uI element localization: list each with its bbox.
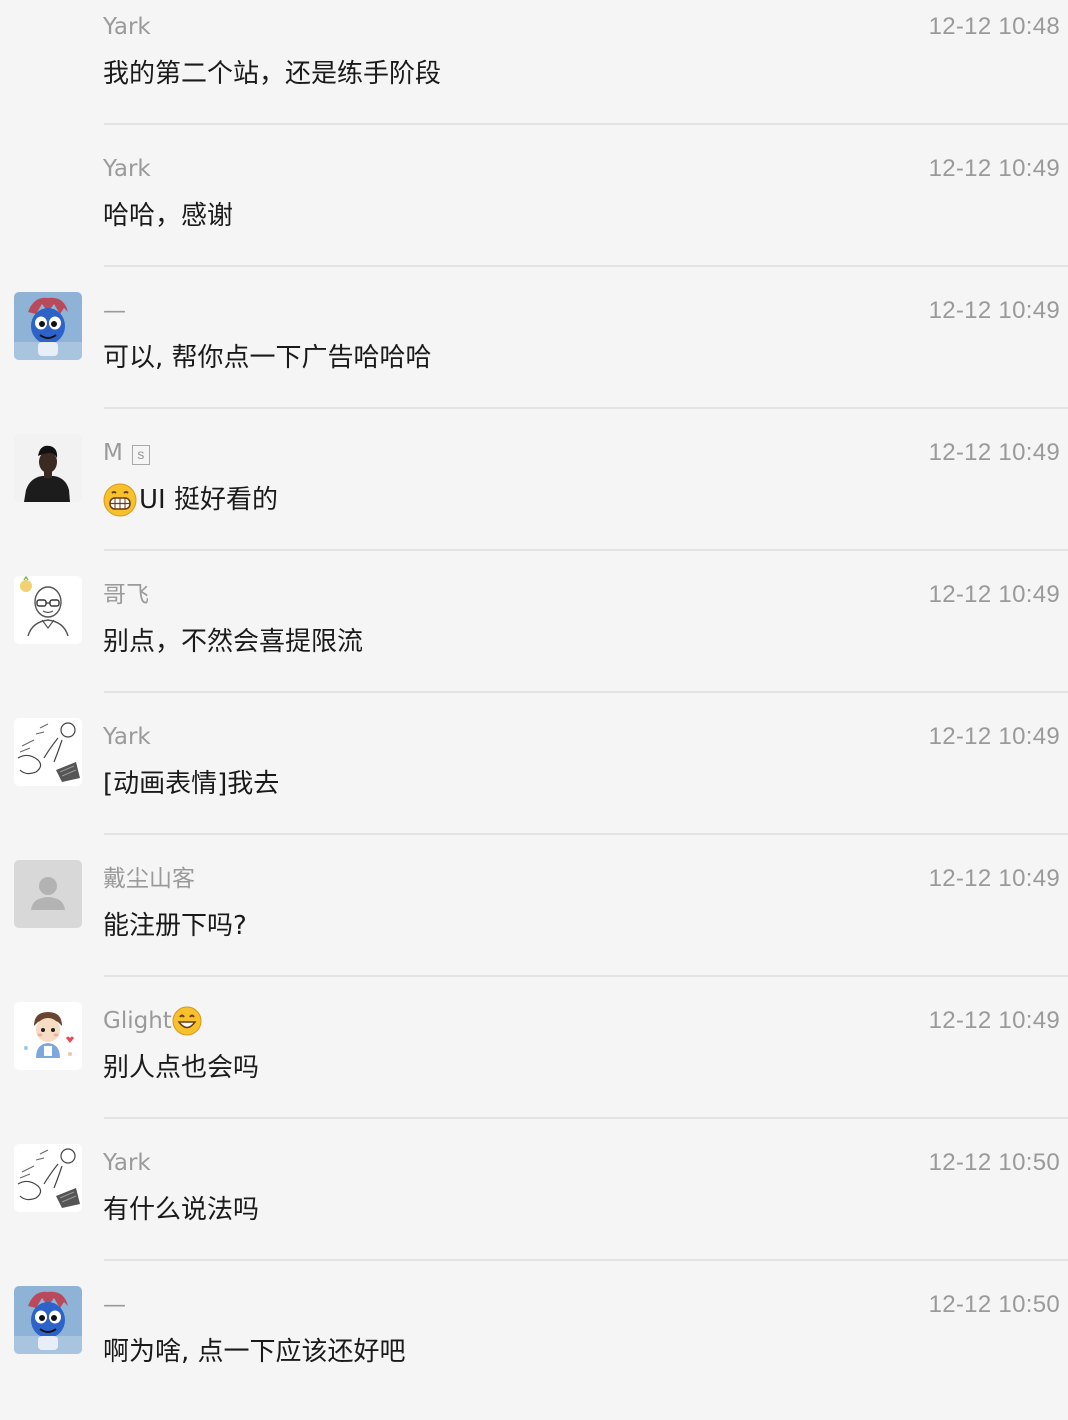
- sender-name[interactable]: Yark: [103, 154, 151, 184]
- message-body: 别人点也会吗: [103, 1048, 259, 1088]
- message-text: 有什么说法吗: [103, 1195, 260, 1225]
- sender-name[interactable]: Yark: [103, 1148, 151, 1178]
- message-body: 我的第二个站，还是练手阶段: [103, 54, 441, 94]
- chat-message[interactable]: M s 12-12 10:49 UI 挺好看的: [0, 426, 1068, 568]
- sender-name[interactable]: —: [103, 296, 126, 326]
- sender-name[interactable]: —: [103, 1290, 126, 1320]
- message-body: 别点，不然会喜提限流: [103, 622, 363, 662]
- sketch-drawing-avatar[interactable]: [14, 1144, 82, 1212]
- message-divider: [104, 265, 1068, 267]
- message-divider: [104, 123, 1068, 125]
- blue-character-avatar[interactable]: [14, 292, 82, 360]
- smiling-face-emoji-icon: [172, 1006, 202, 1036]
- message-text: 啊为啥, 点一下应该还好吧: [103, 1337, 406, 1367]
- cartoon-boy-avatar[interactable]: [14, 1002, 82, 1070]
- message-time: 12-12 10:49: [928, 155, 1060, 182]
- message-time: 12-12 10:50: [928, 1291, 1060, 1318]
- message-divider: [104, 1259, 1068, 1261]
- message-body: UI 挺好看的: [103, 480, 278, 520]
- sender-row: Glight: [103, 1006, 202, 1036]
- message-divider: [104, 407, 1068, 409]
- message-divider: [104, 833, 1068, 835]
- message-time: 12-12 10:49: [928, 1007, 1060, 1034]
- sender-name[interactable]: 哥飞: [103, 580, 149, 610]
- sketch-drawing-avatar[interactable]: [14, 718, 82, 786]
- sender-name[interactable]: Glight: [103, 1006, 172, 1036]
- chat-message[interactable]: Yark 12-12 10:48 我的第二个站，还是练手阶段: [0, 0, 1068, 142]
- message-divider: [104, 975, 1068, 977]
- sender-row: Yark: [103, 722, 151, 752]
- message-body: 啊为啥, 点一下应该还好吧: [103, 1332, 406, 1372]
- message-text: 别点，不然会喜提限流: [103, 627, 364, 657]
- sender-row: Yark: [103, 1148, 151, 1178]
- default-user-avatar[interactable]: [14, 860, 82, 928]
- chat-message[interactable]: 戴尘山客 12-12 10:49 能注册下吗?: [0, 852, 1068, 994]
- message-time: 12-12 10:50: [928, 1149, 1060, 1176]
- chat-message-list[interactable]: Yark 12-12 10:48 我的第二个站，还是练手阶段 Yark 12-1…: [0, 0, 1068, 1394]
- message-text: 我的第二个站，还是练手阶段: [103, 59, 442, 89]
- message-body: 能注册下吗?: [103, 906, 247, 946]
- sender-name[interactable]: M: [103, 438, 123, 468]
- message-text: 别人点也会吗: [103, 1053, 260, 1083]
- sender-row: —: [103, 296, 126, 326]
- grinning-face-emoji-icon: [103, 483, 137, 517]
- message-text: [动画表情]我去: [103, 769, 280, 799]
- message-body: 有什么说法吗: [103, 1190, 259, 1230]
- chat-message[interactable]: Yark 12-12 10:49 [动画表情]我去: [0, 710, 1068, 852]
- message-text: UI 挺好看的: [139, 485, 278, 515]
- sender-name[interactable]: Yark: [103, 722, 151, 752]
- dark-silhouette-avatar[interactable]: [14, 434, 82, 502]
- message-divider: [104, 549, 1068, 551]
- sender-name[interactable]: 戴尘山客: [103, 864, 195, 894]
- message-time: 12-12 10:49: [928, 581, 1060, 608]
- sender-row: —: [103, 1290, 126, 1320]
- sketch-glasses-avatar[interactable]: [14, 576, 82, 644]
- message-divider: [104, 1117, 1068, 1119]
- sender-row: 戴尘山客: [103, 864, 195, 894]
- message-body: [动画表情]我去: [103, 764, 279, 804]
- message-body: 哈哈，感谢: [103, 196, 233, 236]
- chat-message[interactable]: — 12-12 10:49 可以, 帮你点一下广告哈哈哈: [0, 284, 1068, 426]
- message-divider: [104, 691, 1068, 693]
- chat-message[interactable]: — 12-12 10:50 啊为啥, 点一下应该还好吧: [0, 1278, 1068, 1420]
- chat-message[interactable]: Glight 12-12 10:49 别人点也会吗: [0, 994, 1068, 1136]
- chat-message[interactable]: Yark 12-12 10:50 有什么说法吗: [0, 1136, 1068, 1278]
- message-text: 可以, 帮你点一下广告哈哈哈: [103, 343, 432, 373]
- message-text: 能注册下吗?: [103, 911, 247, 941]
- sender-name[interactable]: Yark: [103, 12, 151, 42]
- message-time: 12-12 10:49: [928, 865, 1060, 892]
- message-time: 12-12 10:49: [928, 439, 1060, 466]
- blue-character-avatar[interactable]: [14, 1286, 82, 1354]
- message-time: 12-12 10:48: [928, 13, 1060, 40]
- sender-row: 哥飞: [103, 580, 149, 610]
- sender-row: Yark: [103, 12, 151, 42]
- message-body: 可以, 帮你点一下广告哈哈哈: [103, 338, 432, 378]
- chat-message[interactable]: Yark 12-12 10:49 哈哈，感谢: [0, 142, 1068, 284]
- sender-badge: s: [131, 445, 150, 465]
- message-time: 12-12 10:49: [928, 723, 1060, 750]
- chat-message[interactable]: 哥飞 12-12 10:49 别点，不然会喜提限流: [0, 568, 1068, 710]
- sender-row: M s: [103, 438, 150, 468]
- message-text: 哈哈，感谢: [103, 201, 234, 231]
- message-time: 12-12 10:49: [928, 297, 1060, 324]
- sender-row: Yark: [103, 154, 151, 184]
